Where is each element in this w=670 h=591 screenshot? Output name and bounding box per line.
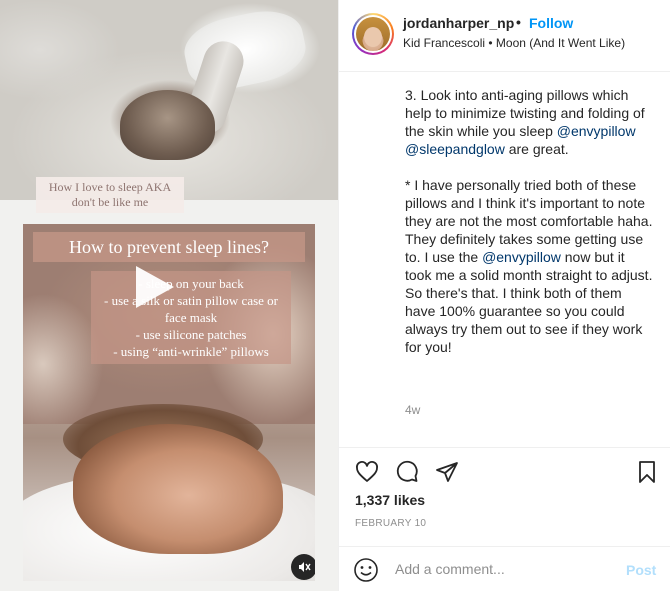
tip-item: - use a silk or satin pillow case or fac… — [103, 293, 278, 325]
username-link[interactable]: jordanharper_np — [403, 15, 514, 31]
comment-icon[interactable] — [393, 458, 421, 486]
tip-item: - use silicone patches — [135, 327, 247, 342]
likes-count[interactable]: 1,337 likes — [355, 492, 425, 508]
caption-paragraph-2: * I have personally tried both of these … — [405, 177, 653, 355]
paper-plane-icon[interactable] — [433, 458, 461, 486]
post-date: FEBRUARY 10 — [355, 518, 427, 529]
video-tips-list: - sleep on your back - use a silk or sat… — [91, 271, 291, 364]
mention-link[interactable]: @envypillow — [482, 249, 561, 265]
post-age: 4w — [405, 403, 421, 417]
play-icon[interactable] — [136, 266, 174, 308]
comment-input[interactable] — [395, 561, 615, 577]
hair-shape — [120, 90, 215, 160]
heart-icon[interactable] — [353, 458, 381, 486]
post-header: jordanharper_np • Follow Kid Francescoli… — [339, 0, 670, 72]
separator-dot: • — [516, 14, 521, 30]
action-bar: 1,337 likes FEBRUARY 10 — [339, 447, 670, 546]
sleeping-photo — [0, 0, 338, 200]
tip-item: - using “anti-wrinkle” pillows — [113, 344, 269, 359]
bookmark-icon[interactable] — [633, 458, 661, 486]
post-media: How I love to sleep AKA don't be like me… — [0, 0, 338, 591]
smiley-icon[interactable] — [353, 557, 379, 583]
speaker-muted-icon[interactable] — [291, 554, 315, 580]
follow-button[interactable]: Follow — [529, 15, 573, 31]
mention-link[interactable]: @envypillow — [557, 123, 636, 139]
post-button[interactable]: Post — [626, 562, 656, 578]
caption-text: 3. Look into anti-aging pillows which he… — [405, 86, 655, 374]
avatar-story-ring[interactable] — [352, 13, 394, 55]
photo-caption-overlay: How I love to sleep AKA don't be like me — [36, 177, 184, 213]
tip-item: - sleep on your back — [138, 276, 244, 291]
mention-link[interactable]: @sleepandglow — [405, 141, 505, 157]
video-title-overlay: How to prevent sleep lines? — [33, 232, 305, 262]
audio-track-link[interactable]: Kid Francescoli • Moon (And It Went Like… — [403, 36, 625, 50]
comment-bar: Post — [339, 546, 670, 591]
avatar — [356, 17, 390, 51]
video-player[interactable]: How to prevent sleep lines? - sleep on y… — [23, 224, 315, 581]
post-panel: jordanharper_np • Follow Kid Francescoli… — [338, 0, 670, 591]
caption-paragraph-1: 3. Look into anti-aging pillows which he… — [405, 87, 645, 157]
